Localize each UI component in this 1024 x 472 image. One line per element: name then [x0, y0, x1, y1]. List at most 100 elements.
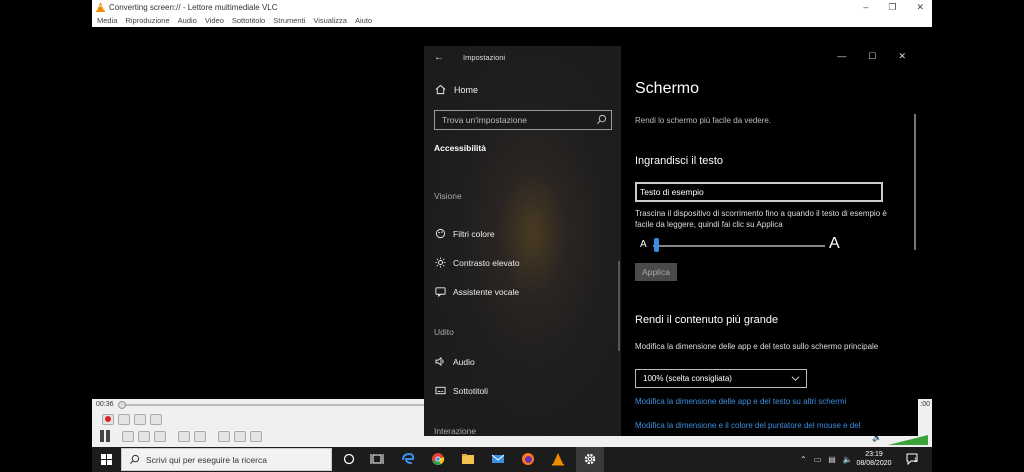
closed-captions-icon — [435, 386, 446, 395]
vlc-close-button[interactable]: ✕ — [916, 0, 924, 14]
file-explorer-icon[interactable] — [461, 452, 475, 466]
search-icon — [130, 454, 140, 464]
sidebar-section-visione: Visione — [434, 191, 462, 201]
speaker-icon — [435, 356, 444, 367]
content-scrollbar[interactable] — [914, 114, 916, 250]
link-scale-other-displays[interactable]: Modifica la dimensione delle app e del t… — [635, 397, 846, 406]
vlc-window-title: Converting screen:// - Lettore multimedi… — [109, 2, 278, 12]
settings-taskbar-button[interactable] — [576, 447, 604, 472]
vlc-menu-strumenti[interactable]: Strumenti — [273, 16, 305, 25]
vlc-menu-audio[interactable]: Audio — [178, 16, 197, 25]
sidebar-item-label: Assistente vocale — [453, 286, 520, 297]
snapshot-icon[interactable] — [118, 414, 130, 425]
page-title: Schermo — [635, 80, 700, 97]
vlc-elapsed-time: 00:36 — [96, 401, 114, 408]
chevron-down-icon — [791, 376, 800, 381]
taskbar-clock[interactable]: 23:19 08/08/2020 — [856, 450, 892, 468]
vlc-minimize-button[interactable]: – — [863, 0, 868, 14]
home-icon — [435, 84, 446, 95]
sidebar-item-assistente-vocale[interactable]: Assistente vocale — [435, 286, 519, 297]
loop-ab-icon[interactable] — [134, 414, 146, 425]
sidebar-item-filtri-colore[interactable]: Filtri colore — [435, 228, 495, 239]
fullscreen-icon[interactable] — [178, 431, 190, 442]
settings-search-placeholder: Trova un'impostazione — [442, 115, 527, 125]
gear-icon — [584, 453, 596, 465]
taskbar-search-input[interactable]: Scrivi qui per eseguire la ricerca — [121, 448, 332, 471]
settings-minimize-button[interactable]: — — [837, 51, 846, 62]
windows-start-icon[interactable] — [101, 454, 112, 465]
vlc-maximize-button[interactable]: ❐ — [888, 0, 896, 14]
vlc-title-bar: Converting screen:// - Lettore multimedi… — [92, 0, 932, 14]
playlist-icon[interactable] — [218, 431, 230, 442]
section-title-ingrandisci: Ingrandisci il testo — [635, 155, 724, 167]
chrome-icon[interactable] — [431, 452, 445, 466]
stop-icon[interactable] — [138, 431, 150, 442]
vlc-taskbar-icon[interactable] — [551, 452, 565, 466]
settings-close-button[interactable]: ✕ — [898, 51, 906, 62]
settings-sidebar: ← Impostazioni Home Trova un'impostazion… — [424, 46, 621, 436]
link-mouse-pointer[interactable]: Modifica la dimensione e il colore del p… — [635, 421, 860, 430]
chevron-up-icon[interactable]: ⌃ — [800, 455, 807, 464]
brightness-icon — [435, 257, 446, 268]
apply-button[interactable]: Applica — [635, 263, 677, 281]
vlc-seek-handle[interactable] — [118, 401, 126, 409]
sidebar-item-home[interactable]: Home — [435, 84, 478, 95]
cortana-icon[interactable] — [342, 452, 356, 466]
sidebar-item-label: Sottotitoli — [453, 385, 488, 396]
sidebar-item-contrasto-elevato[interactable]: Contrasto elevato — [435, 257, 520, 268]
settings-app-title: Impostazioni — [463, 53, 506, 62]
settings-maximize-button[interactable]: ☐ — [868, 51, 876, 62]
sidebar-section-interazione: Interazione — [434, 426, 477, 436]
previous-icon[interactable] — [122, 431, 134, 442]
settings-window: ← Impostazioni Home Trova un'impostazion… — [424, 46, 918, 436]
settings-search-input[interactable]: Trova un'impostazione — [434, 110, 612, 130]
vlc-menu-bar: Media Riproduzione Audio Video Sottotito… — [92, 14, 932, 27]
network-icon[interactable]: ▤ — [828, 455, 836, 464]
vlc-menu-riproduzione[interactable]: Riproduzione — [125, 16, 169, 25]
notification-center-icon[interactable]: 1 — [906, 452, 920, 466]
sidebar-item-sottotitoli[interactable]: Sottotitoli — [435, 385, 488, 396]
sidebar-home-label: Home — [454, 84, 479, 95]
sidebar-section-udito: Udito — [434, 327, 454, 337]
text-size-slider-track[interactable] — [653, 245, 825, 247]
sidebar-item-label: Contrasto elevato — [453, 257, 520, 268]
shuffle-icon[interactable] — [250, 431, 262, 442]
vlc-menu-video[interactable]: Video — [205, 16, 224, 25]
taskbar-search-placeholder: Scrivi qui per eseguire la ricerca — [146, 455, 267, 465]
vlc-menu-sottotitolo[interactable]: Sottotitolo — [232, 16, 265, 25]
edge-icon[interactable] — [401, 452, 415, 466]
slider-max-label: A — [829, 235, 840, 252]
narrator-icon — [435, 287, 446, 297]
text-size-slider-handle[interactable] — [654, 238, 660, 252]
record-icon[interactable] — [102, 414, 114, 425]
sidebar-heading: Accessibilità — [434, 143, 486, 153]
vlc-menu-visualizza[interactable]: Visualizza — [313, 16, 347, 25]
settings-content: — ☐ ✕ Schermo Rendi lo schermo più facil… — [621, 46, 918, 436]
volume-icon[interactable]: 🔈 — [843, 455, 853, 464]
sidebar-item-label: Filtri colore — [453, 228, 495, 239]
page-subtitle: Rendi lo schermo più facile da vedere. — [635, 116, 772, 125]
back-arrow-icon[interactable]: ← — [434, 52, 444, 63]
extended-settings-icon[interactable] — [194, 431, 206, 442]
task-view-icon[interactable] — [370, 452, 384, 466]
vlc-total-time: :00 — [920, 401, 930, 408]
battery-icon[interactable]: ▭ — [814, 455, 822, 464]
next-icon[interactable] — [154, 431, 166, 442]
scale-dropdown[interactable]: 100% (scelta consigliata) — [635, 369, 807, 388]
sidebar-item-label: Audio — [453, 356, 475, 367]
pause-icon[interactable] — [98, 430, 112, 442]
vlc-menu-aiuto[interactable]: Aiuto — [355, 16, 372, 25]
firefox-icon[interactable] — [521, 452, 535, 466]
search-icon[interactable] — [596, 114, 607, 125]
mail-icon[interactable] — [491, 452, 505, 466]
vlc-menu-media[interactable]: Media — [97, 16, 117, 25]
section-title-contenuto: Rendi il contenuto più grande — [635, 314, 779, 326]
sidebar-item-audio[interactable]: Audio — [435, 356, 475, 367]
loop-icon[interactable] — [234, 431, 246, 442]
frame-step-icon[interactable] — [150, 414, 162, 425]
sidebar-scrollbar[interactable] — [618, 261, 620, 351]
system-tray: ⌃ ▭ ▤ 🔈 — [800, 455, 853, 464]
slider-description: Trascina il dispositivo di scorrimento f… — [635, 209, 887, 229]
slider-min-label: A — [640, 239, 647, 250]
vlc-cone-icon — [96, 2, 105, 12]
